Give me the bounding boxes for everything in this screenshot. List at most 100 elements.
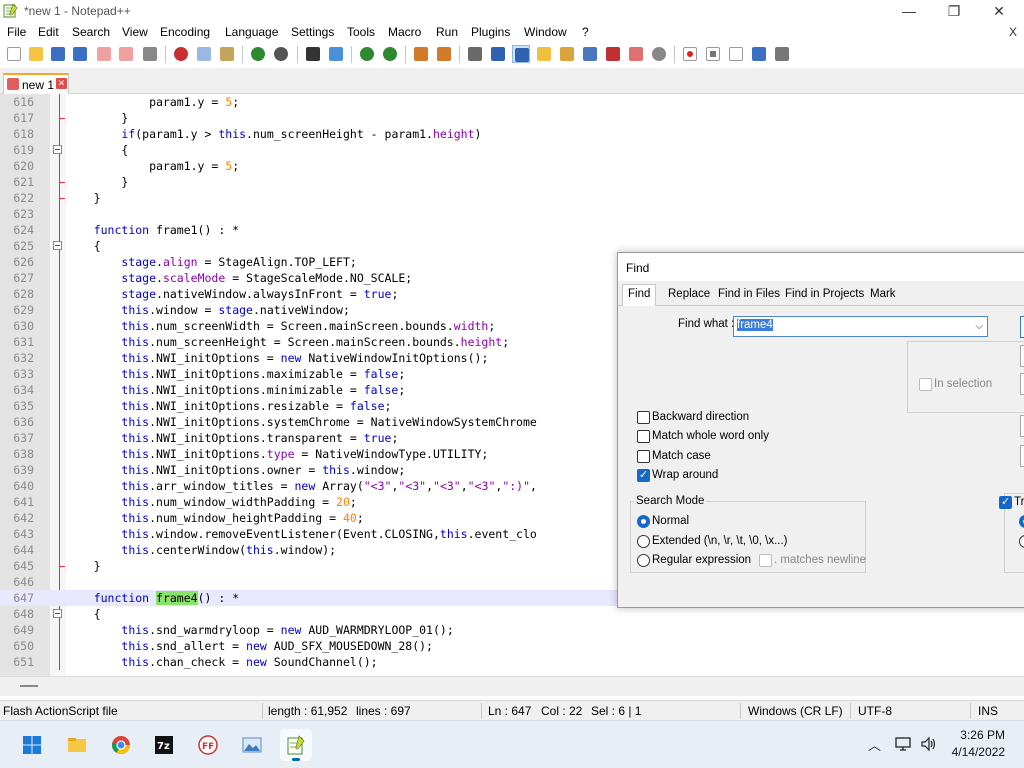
find-icon[interactable] xyxy=(304,45,322,63)
menu-plugins[interactable]: Plugins xyxy=(471,25,510,39)
menu-settings[interactable]: Settings xyxy=(291,25,334,39)
new-file-icon[interactable] xyxy=(5,45,23,63)
sync-horizontal-icon[interactable] xyxy=(435,45,453,63)
chevron-up-icon[interactable]: ︿ xyxy=(868,735,881,754)
close-tab-icon[interactable]: ✕ xyxy=(56,78,67,89)
open-file-icon[interactable] xyxy=(27,45,45,63)
menu-help[interactable]: ? xyxy=(582,25,589,39)
menu-run[interactable]: Run xyxy=(436,25,458,39)
fold-toggle-icon[interactable] xyxy=(53,609,62,618)
stop-recording-icon[interactable] xyxy=(704,45,722,63)
count-button[interactable] xyxy=(1020,345,1024,367)
horizontal-scrollbar[interactable] xyxy=(0,676,1024,696)
find-dialog-titlebar[interactable] xyxy=(618,253,1024,281)
close-button[interactable]: ✕ xyxy=(976,0,1022,22)
fold-toggle-icon[interactable] xyxy=(53,145,62,154)
monitoring-icon[interactable] xyxy=(650,45,668,63)
menu-file[interactable]: File xyxy=(7,25,26,39)
menu-macro[interactable]: Macro xyxy=(388,25,421,39)
zoom-out-icon[interactable] xyxy=(381,45,399,63)
close-file-icon[interactable] xyxy=(95,45,113,63)
print-icon[interactable] xyxy=(141,45,159,63)
code-line[interactable]: 624 function frame1() : * xyxy=(0,222,1024,238)
undo-icon[interactable] xyxy=(249,45,267,63)
redo-icon[interactable] xyxy=(272,45,290,63)
wrap-around-checkbox[interactable] xyxy=(637,468,650,482)
mode-normal-radio[interactable] xyxy=(637,515,650,528)
match-whole-word-checkbox[interactable] xyxy=(637,430,650,443)
code-line[interactable]: 620 param1.y = 5; xyxy=(0,158,1024,174)
folder-as-workspace-icon[interactable] xyxy=(627,45,645,63)
mode-extended-radio[interactable] xyxy=(637,535,650,548)
code-line[interactable]: 651 this.chan_check = new SoundChannel()… xyxy=(0,654,1024,670)
tab-find-in-files[interactable]: Find in Files xyxy=(713,285,785,305)
copy-icon[interactable] xyxy=(195,45,213,63)
mode-regex-radio[interactable] xyxy=(637,554,650,567)
code-line[interactable]: 650 this.snd_allert = new AUD_SFX_MOUSED… xyxy=(0,638,1024,654)
fold-toggle-icon[interactable] xyxy=(53,241,62,250)
menu-encoding[interactable]: Encoding xyxy=(160,25,210,39)
tab-find-in-projects[interactable]: Find in Projects xyxy=(780,285,869,305)
find-all-opened-button[interactable] xyxy=(1020,415,1024,437)
in-selection-checkbox[interactable] xyxy=(919,378,932,391)
start-button[interactable] xyxy=(16,729,48,761)
menu-language[interactable]: Language xyxy=(225,25,278,39)
code-line[interactable]: 622 } xyxy=(0,190,1024,206)
matches-newline-checkbox[interactable] xyxy=(759,554,772,567)
volume-icon[interactable] xyxy=(920,736,938,752)
transparency-checkbox[interactable] xyxy=(999,495,1012,509)
menu-window[interactable]: Window xyxy=(524,25,567,39)
code-line[interactable]: 617 } xyxy=(0,110,1024,126)
tab-new-1[interactable]: new 1 ✕ xyxy=(3,73,69,94)
document-map-icon[interactable] xyxy=(558,45,576,63)
ffdec-button[interactable]: FF xyxy=(192,729,224,761)
close-dialog-button[interactable] xyxy=(1020,445,1024,467)
menu-search[interactable]: Search xyxy=(72,25,110,39)
playback-macro-icon[interactable] xyxy=(727,45,745,63)
cut-icon[interactable] xyxy=(172,45,190,63)
code-line[interactable]: 648 { xyxy=(0,606,1024,622)
status-eol[interactable]: Windows (CR LF) xyxy=(748,704,843,718)
replace-icon[interactable] xyxy=(327,45,345,63)
photos-button[interactable] xyxy=(236,729,268,761)
code-line[interactable]: 621 } xyxy=(0,174,1024,190)
find-all-current-button[interactable] xyxy=(1020,373,1024,395)
status-insert-mode[interactable]: INS xyxy=(978,704,998,718)
clock-date[interactable]: 4/14/2022 xyxy=(950,745,1005,759)
file-explorer-button[interactable] xyxy=(61,729,93,761)
code-line[interactable]: 649 this.snd_warmdryloop = new AUD_WARMD… xyxy=(0,622,1024,638)
scrollbar-thumb[interactable] xyxy=(20,685,38,687)
maximize-button[interactable]: ❐ xyxy=(931,0,977,22)
menu-edit[interactable]: Edit xyxy=(38,25,59,39)
document-list-icon[interactable] xyxy=(581,45,599,63)
close-document-x[interactable]: X xyxy=(1009,25,1017,39)
code-line[interactable]: 623 xyxy=(0,206,1024,222)
status-encoding[interactable]: UTF-8 xyxy=(858,704,892,718)
code-line[interactable]: 618 if(param1.y > this.num_screenHeight … xyxy=(0,126,1024,142)
clock-time[interactable]: 3:26 PM xyxy=(955,728,1005,742)
save-macro-icon[interactable] xyxy=(773,45,791,63)
show-all-characters-icon[interactable] xyxy=(489,45,507,63)
code-line[interactable]: 619 { xyxy=(0,142,1024,158)
word-wrap-icon[interactable] xyxy=(466,45,484,63)
indent-guide-icon[interactable] xyxy=(512,45,530,63)
find-what-input[interactable]: frame4 ⌵ xyxy=(733,316,988,337)
tab-replace[interactable]: Replace xyxy=(663,285,715,305)
menu-tools[interactable]: Tools xyxy=(347,25,375,39)
tab-find[interactable]: Find xyxy=(622,284,657,306)
match-case-checkbox[interactable] xyxy=(637,450,650,463)
save-icon[interactable] xyxy=(49,45,67,63)
backward-direction-checkbox[interactable] xyxy=(637,411,650,424)
code-line[interactable]: 616 param1.y = 5; xyxy=(0,94,1024,110)
close-all-icon[interactable] xyxy=(117,45,135,63)
notepadpp-taskbar-button[interactable] xyxy=(280,729,312,761)
network-icon[interactable] xyxy=(895,736,913,752)
udl-icon[interactable] xyxy=(535,45,553,63)
menu-view[interactable]: View xyxy=(122,25,148,39)
minimize-button[interactable]: — xyxy=(886,0,932,22)
paste-icon[interactable] xyxy=(218,45,236,63)
chevron-down-icon[interactable]: ⌵ xyxy=(975,321,983,332)
function-list-icon[interactable] xyxy=(604,45,622,63)
7zip-button[interactable]: 7z xyxy=(148,729,180,761)
zoom-in-icon[interactable] xyxy=(358,45,376,63)
